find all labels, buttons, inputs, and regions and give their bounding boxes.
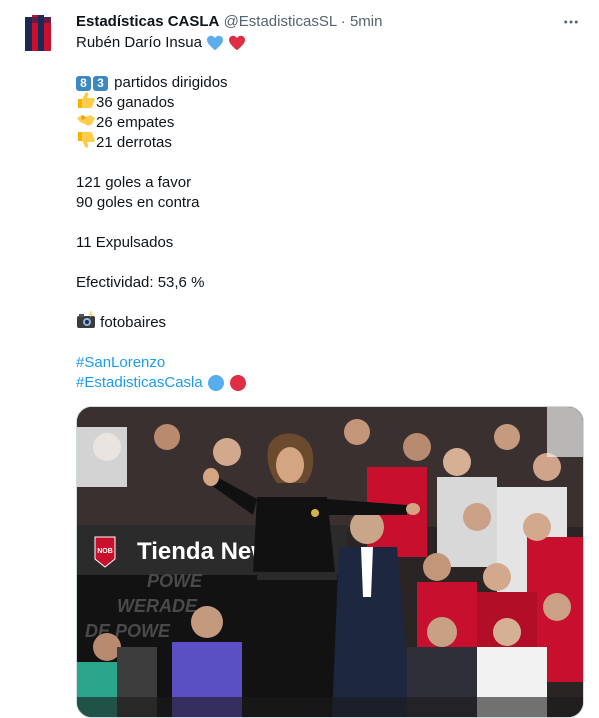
hearts (206, 33, 246, 53)
tweet-card[interactable]: Estadísticas CASLA @EstadisticasSL · 5mi… (0, 0, 599, 718)
goals-against: 90 goles en contra (76, 194, 200, 211)
hashtag-sanlorenzo[interactable]: #SanLorenzo (76, 353, 165, 373)
red-circle-icon (229, 375, 246, 392)
avatar[interactable] (16, 11, 60, 55)
text-line-hashtag2: #EstadisticasCasla (76, 373, 576, 393)
more-horizontal-icon (564, 20, 578, 24)
effectiveness: Efectividad: 53,6 % (76, 274, 205, 291)
losses-text: 21 derrotas (96, 134, 172, 151)
hashtag-estadisticascasla[interactable]: #EstadisticasCasla (76, 373, 203, 393)
tweet-header: Estadísticas CASLA @EstadisticasSL · 5mi… (76, 12, 583, 32)
blue-heart-icon (206, 35, 223, 51)
text-line-matches: 8 3 partidos dirigidos (76, 73, 576, 93)
text-line-wins: 36 ganados (76, 92, 576, 113)
draws-text: 26 empates (96, 114, 175, 131)
text-line-losses: 21 derrotas (76, 131, 576, 155)
banner-text: Tienda New (137, 538, 270, 565)
separator: · (340, 13, 346, 30)
matches-text: partidos dirigidos (110, 74, 228, 91)
more-options-button[interactable] (561, 12, 581, 32)
text-line-credit: fotobaires (76, 311, 576, 335)
coach-name: Rubén Darío Insua (76, 34, 202, 51)
text-line-name: Rubén Darío Insua (76, 33, 576, 53)
expulsions: 11 Expulsados (76, 234, 174, 251)
author-name[interactable]: Estadísticas CASLA (76, 13, 219, 30)
ad-text-1: POWE (147, 571, 203, 591)
tweet-text: Rubén Darío Insua 8 3 partidos dirigidos… (76, 33, 576, 393)
thumbs-down-icon (76, 131, 96, 155)
text-line-hashtag1: #SanLorenzo (76, 353, 576, 373)
red-heart-icon (229, 35, 246, 51)
tweet-photo[interactable]: NOB Tienda New POWE WERADE DE POWE (76, 406, 584, 718)
timestamp[interactable]: 5min (350, 13, 383, 30)
banner-badge: NOB (97, 548, 113, 555)
keycap-eight-icon: 8 (76, 75, 91, 91)
goals-for: 121 goles a favor (76, 174, 192, 191)
photo-credit: fotobaires (96, 314, 167, 331)
text-line-draws: 26 empates (76, 113, 576, 133)
circle-emojis (207, 373, 247, 393)
wins-text: 36 ganados (96, 94, 175, 111)
keycap-three-icon: 3 (93, 75, 108, 91)
ad-text-2: WERADE (117, 596, 198, 616)
author-handle[interactable]: @EstadisticasSL (224, 13, 337, 30)
blue-circle-icon (207, 375, 224, 392)
camera-flash-icon (76, 311, 96, 335)
